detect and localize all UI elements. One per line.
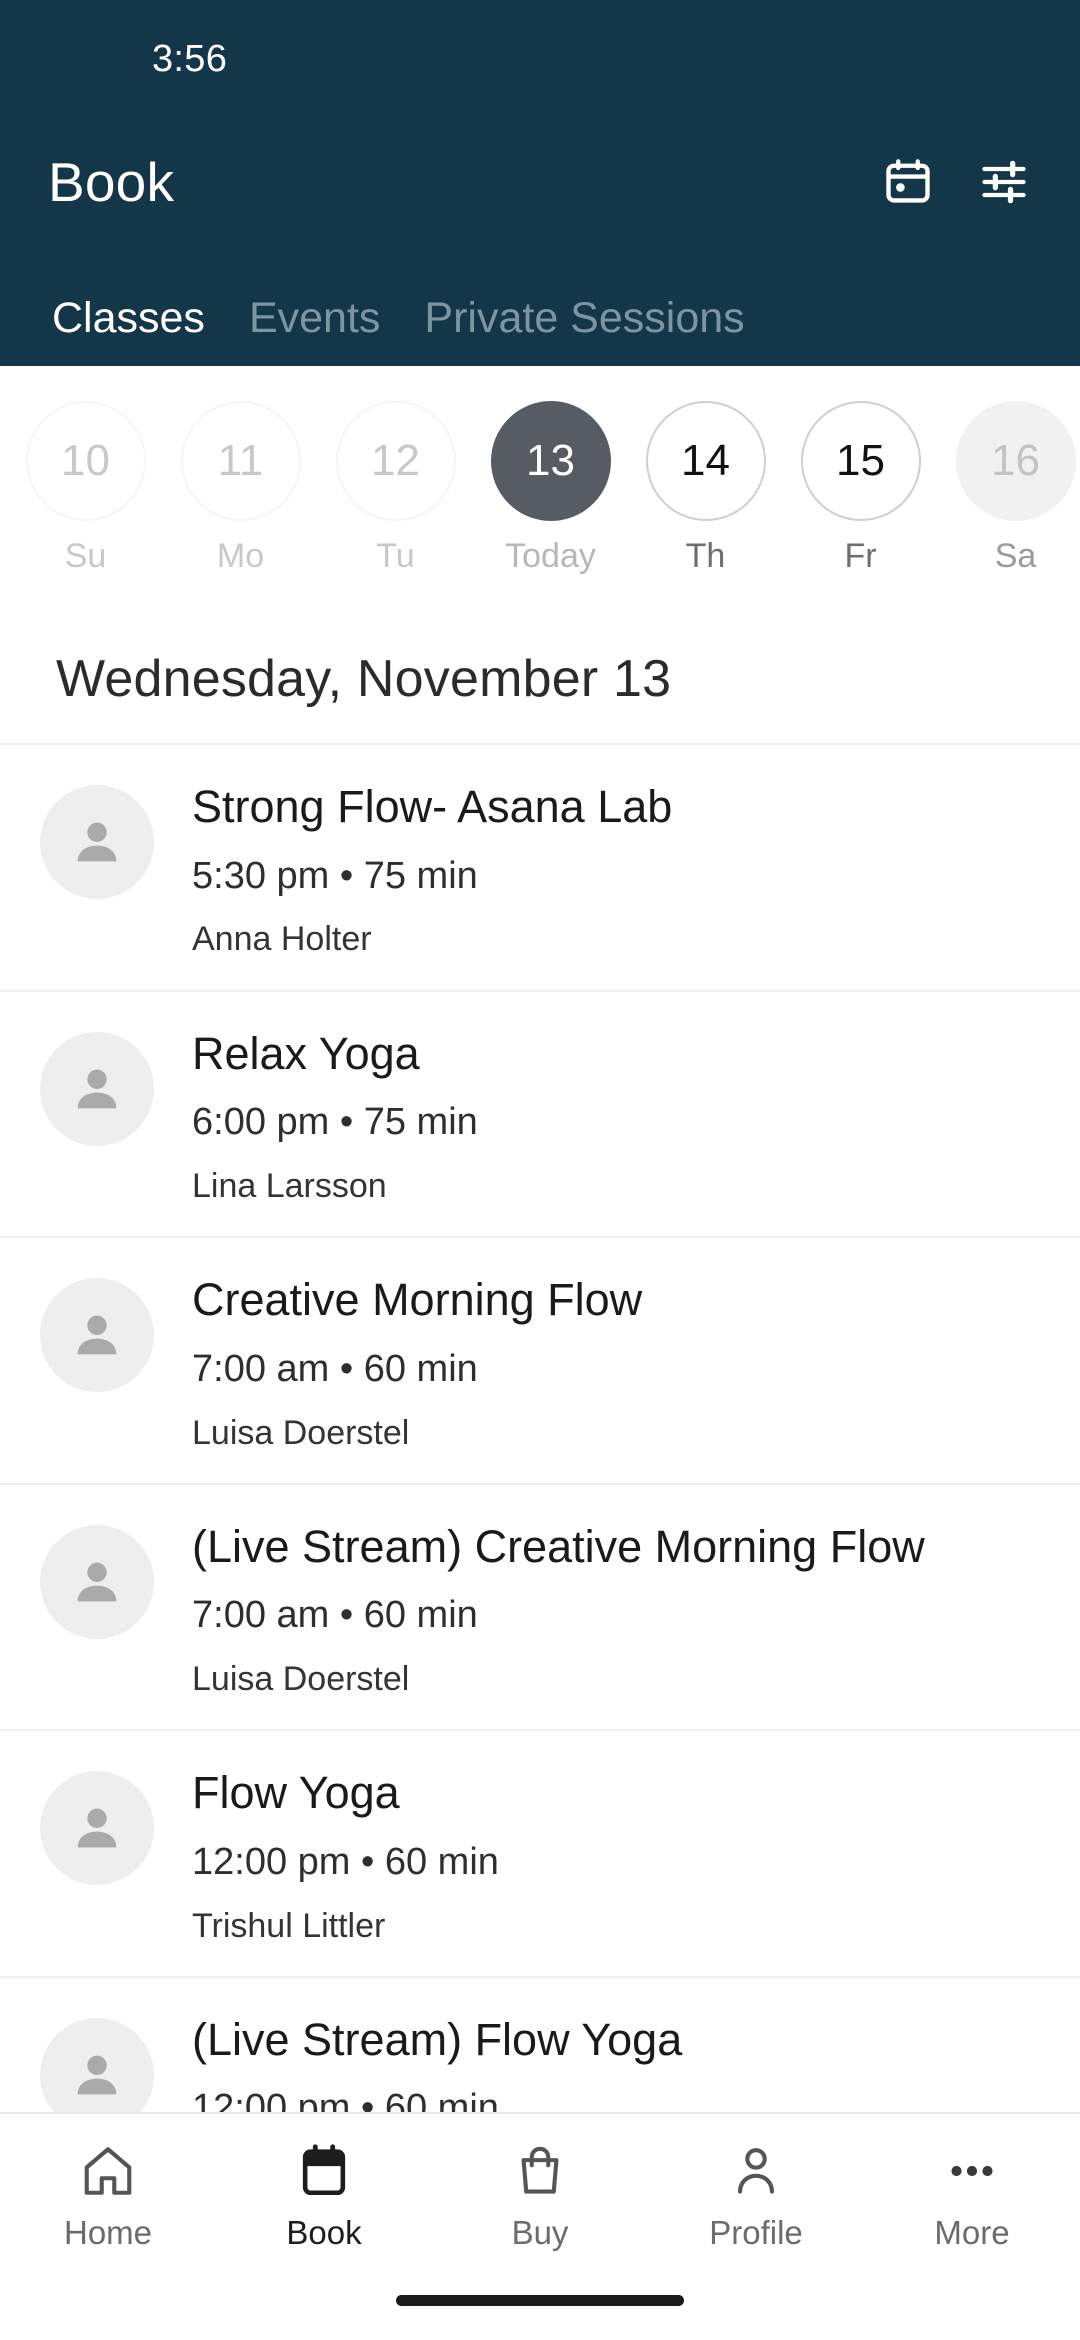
- tab-events[interactable]: Events: [227, 297, 402, 340]
- more-dots-icon: [943, 2140, 1001, 2202]
- class-list-item[interactable]: Creative Morning Flow 7:00 am • 60 min L…: [0, 1236, 1080, 1483]
- home-icon: [79, 2140, 137, 2202]
- date-number: 10: [25, 400, 146, 521]
- class-title: Creative Morning Flow: [192, 1274, 643, 1326]
- date-day-label: Fr: [844, 536, 877, 575]
- app-bar: Book: [0, 118, 1080, 246]
- date-cell-16[interactable]: 16 Sa: [938, 400, 1080, 575]
- nav-item-book[interactable]: Book: [216, 2140, 432, 2249]
- bottom-navigation-bar: Home Book Buy Profile More: [0, 2112, 1080, 2340]
- tab-bar: Classes Events Private Sessions: [0, 246, 1080, 366]
- nav-label: More: [934, 2214, 1010, 2251]
- nav-item-home[interactable]: Home: [0, 2140, 216, 2249]
- app-root: 3:56 Book Classes Events Private Session…: [0, 0, 1080, 2340]
- class-instructor: Lina Larsson: [192, 1166, 387, 1205]
- class-info: Strong Flow- Asana Lab 5:30 pm • 75 min …: [192, 775, 672, 960]
- date-day-label: Tu: [376, 536, 415, 575]
- nav-label: Buy: [511, 2214, 569, 2251]
- nav-label: Book: [286, 2214, 362, 2251]
- class-list-item[interactable]: Flow Yoga 12:00 pm • 60 min Trishul Litt…: [0, 1729, 1080, 1976]
- status-bar-time: 3:56: [152, 37, 228, 80]
- date-strip[interactable]: 10 Su 11 Mo 12 Tu 13 Today 14 Th 15 Fr 1…: [0, 366, 1080, 607]
- class-time-duration: 5:30 pm • 75 min: [192, 854, 478, 897]
- nav-item-buy[interactable]: Buy: [432, 2140, 648, 2249]
- class-time-duration: 12:00 pm • 60 min: [192, 1840, 499, 1883]
- day-heading: Wednesday, November 13: [56, 650, 672, 708]
- class-title: (Live Stream) Flow Yoga: [192, 2013, 683, 2065]
- date-day-label: Sa: [994, 536, 1037, 575]
- home-indicator[interactable]: [396, 2295, 684, 2306]
- class-info: Creative Morning Flow 7:00 am • 60 min L…: [192, 1268, 642, 1453]
- nav-label: Home: [63, 2214, 153, 2251]
- tab-classes[interactable]: Classes: [30, 297, 227, 340]
- class-list-item[interactable]: Strong Flow- Asana Lab 5:30 pm • 75 min …: [0, 743, 1080, 990]
- class-list-item[interactable]: (Live Stream) Creative Morning Flow 7:00…: [0, 1482, 1080, 1730]
- class-instructor: Luisa Doerstel: [192, 1413, 410, 1452]
- class-time-duration: 7:00 am • 60 min: [192, 1594, 478, 1637]
- date-number: 12: [335, 400, 456, 521]
- tab-private-sessions[interactable]: Private Sessions: [402, 297, 766, 340]
- class-title: Flow Yoga: [192, 1767, 400, 1819]
- class-list-item[interactable]: Relax Yoga 6:00 pm • 75 min Lina Larsson: [0, 989, 1080, 1237]
- page-title: Book: [48, 151, 175, 213]
- date-number: 15: [800, 400, 921, 521]
- class-info: Flow Yoga 12:00 pm • 60 min Trishul Litt…: [192, 1761, 499, 1946]
- nav-item-more[interactable]: More: [864, 2140, 1080, 2249]
- date-day-label: Today: [505, 536, 596, 575]
- date-cell-10[interactable]: 10 Su: [8, 400, 163, 575]
- class-time-duration: 7:00 am • 60 min: [192, 1347, 478, 1390]
- date-cell-13-today[interactable]: 13 Today: [473, 400, 628, 575]
- class-instructor: Anna Holter: [192, 920, 372, 959]
- avatar: [40, 1278, 154, 1393]
- class-title: Relax Yoga: [192, 1027, 420, 1079]
- date-number: 16: [955, 400, 1076, 521]
- avatar: [40, 1031, 154, 1146]
- class-info: Relax Yoga 6:00 pm • 75 min Lina Larsson: [192, 1022, 478, 1207]
- date-cell-15[interactable]: 15 Fr: [783, 400, 938, 575]
- class-info: (Live Stream) Creative Morning Flow 7:00…: [192, 1515, 925, 1700]
- app-bar-actions: [880, 154, 1032, 210]
- calendar-filled-icon: [295, 2140, 353, 2202]
- date-number: 11: [180, 400, 301, 521]
- date-cell-12[interactable]: 12 Tu: [318, 400, 473, 575]
- class-title: Strong Flow- Asana Lab: [192, 781, 673, 832]
- class-list-container[interactable]: Wednesday, November 13 Strong Flow- Asan…: [0, 607, 1080, 2340]
- filter-sliders-icon[interactable]: [976, 154, 1032, 210]
- date-number: 13: [490, 400, 611, 521]
- class-time-duration: 6:00 pm • 75 min: [192, 1101, 478, 1144]
- date-day-label: Su: [64, 536, 107, 575]
- shopping-bag-icon: [511, 2140, 569, 2202]
- class-instructor: Luisa Doerstel: [192, 1660, 410, 1699]
- date-day-label: Th: [685, 536, 726, 575]
- date-cell-14[interactable]: 14 Th: [628, 400, 783, 575]
- nav-label: Profile: [709, 2214, 803, 2251]
- status-bar: 3:56: [0, 0, 1080, 118]
- date-number: 14: [645, 400, 766, 521]
- class-title: (Live Stream) Creative Morning Flow: [192, 1520, 925, 1572]
- class-instructor: Trishul Littler: [192, 1906, 386, 1945]
- avatar: [40, 785, 154, 899]
- date-day-label: Mo: [216, 536, 265, 575]
- avatar: [40, 1771, 154, 1886]
- avatar: [40, 1524, 154, 1639]
- app-header: 3:56 Book Classes Events Private Session…: [0, 0, 1080, 366]
- date-cell-11[interactable]: 11 Mo: [163, 400, 318, 575]
- person-icon: [727, 2140, 785, 2202]
- nav-item-profile[interactable]: Profile: [648, 2140, 864, 2249]
- calendar-icon[interactable]: [880, 154, 936, 210]
